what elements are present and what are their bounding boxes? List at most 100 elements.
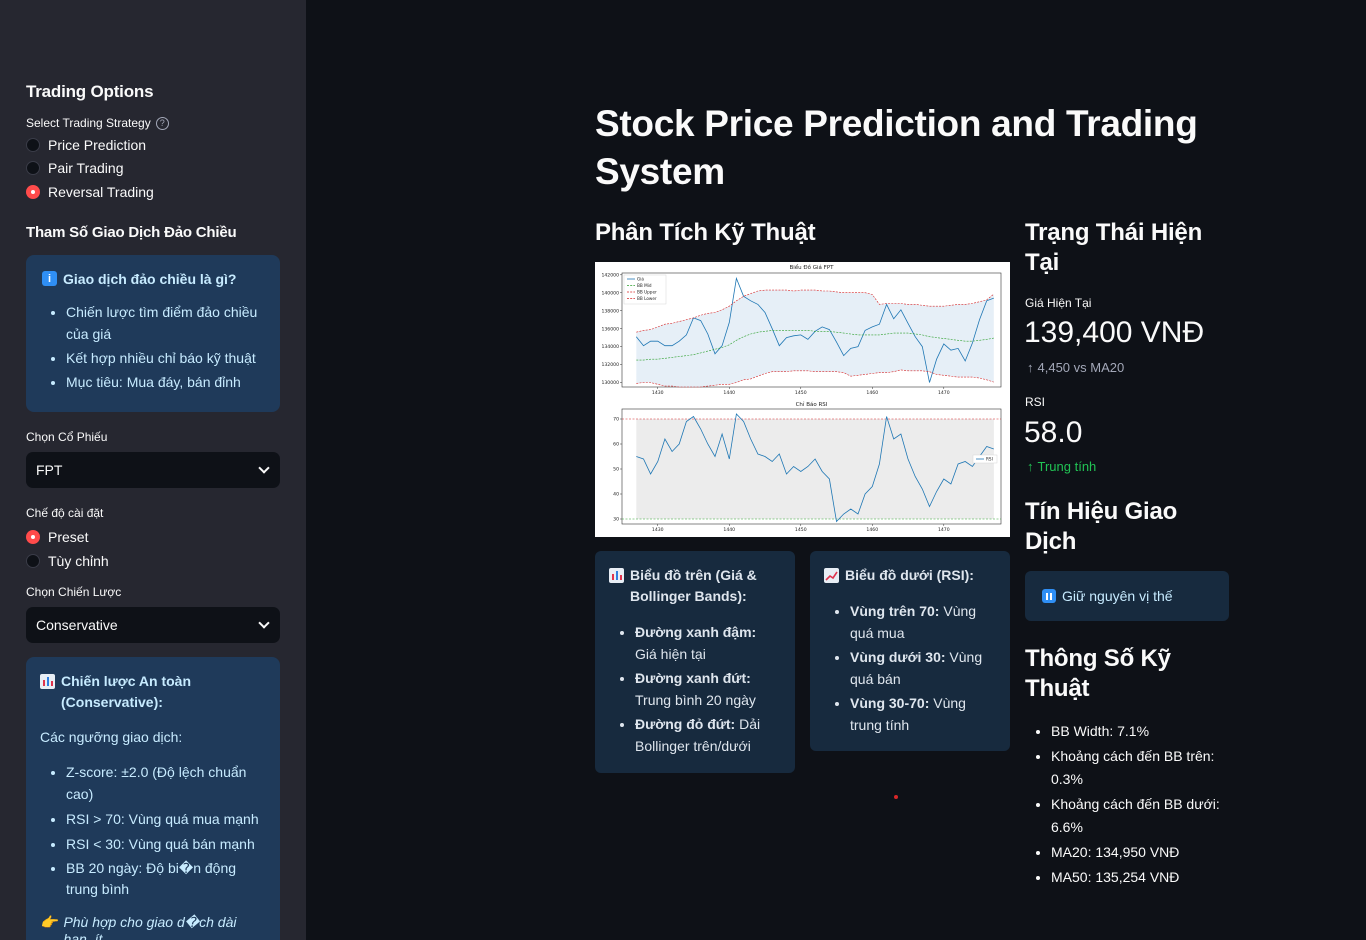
radio-option-preset[interactable]: Preset: [26, 526, 280, 550]
radio-label: Preset: [48, 529, 89, 546]
rsi-metric-value: 58.0: [1024, 416, 1083, 449]
page-title: Stock Price Prediction and Trading Syste…: [595, 103, 1198, 192]
list-item: Vùng dưới 30: Vùng quá bán: [850, 646, 996, 690]
radio-label: Price Prediction: [48, 136, 147, 153]
y-tick-label: 132000: [601, 362, 619, 368]
technical-chart: Biểu Đồ Giá FPT 130000 132000 134000 136000 1…: [595, 262, 1010, 537]
list-item: Vùng 30-70: Vùng trung tính: [850, 692, 996, 736]
tech-analysis-header: Phân Tích Kỹ Thuật: [595, 219, 816, 246]
list-item-bold: Đường xanh đứt:: [635, 670, 751, 686]
y-tick-label: 142000: [601, 272, 619, 278]
y-tick-label: 60: [613, 442, 619, 448]
params-list: BB Width: 7.1% Khoảng cách đến BB trên: …: [1025, 720, 1245, 889]
strategy-select-value: Conservative: [36, 616, 118, 633]
list-item: Đường đỏ đứt: Dải Bollinger trên/dưới: [635, 713, 781, 757]
list-item: Khoảng cách đến BB trên: 0.3%: [1051, 745, 1245, 791]
radio-label: Pair Trading: [48, 160, 124, 177]
card-list: Đường xanh đậm: Giá hiện tại Đường xanh …: [609, 621, 781, 757]
y-tick-label: 40: [613, 492, 619, 498]
list-item-bold: Vùng trên 70:: [850, 603, 940, 619]
legend-label: Giá: [637, 277, 644, 282]
arrow-up-icon: ↑: [1027, 360, 1034, 375]
card-title: Biểu đồ dưới (RSI):: [824, 565, 996, 586]
signal-box: Giữ nguyên vị thế: [1025, 571, 1229, 621]
card-list: Vùng trên 70: Vùng quá mua Vùng dưới 30:…: [824, 600, 996, 736]
strategy-label: Select Trading Strategy ?: [26, 116, 280, 130]
signal-header: Tín Hiệu Giao Dịch: [1025, 498, 1178, 555]
radio-option-price-prediction[interactable]: Price Prediction: [26, 133, 280, 157]
sidebar-header: Trading Options: [26, 82, 154, 101]
list-item-bold: Vùng dưới 30:: [850, 649, 946, 665]
rsi-neutral-zone: [636, 419, 994, 519]
info-list: Chiến lược tìm điểm đảo chiều của giá Kế…: [42, 301, 264, 393]
strategy-select-label: Chọn Chiến Lược: [26, 584, 122, 599]
price-metric-label: Giá Hiện Tại: [1025, 296, 1092, 310]
price-metric-value: 139,400 VNĐ: [1024, 316, 1205, 349]
list-item: MA20: 134,950 VNĐ: [1051, 841, 1245, 864]
x-tick-label: 1430: [652, 527, 664, 533]
x-tick-label: 1470: [938, 390, 950, 396]
y-tick-label: 30: [613, 517, 619, 523]
strategy-info-title-text: Chiến lược An toàn (Conservative):: [61, 672, 192, 710]
radio-selected-icon: [26, 184, 40, 199]
stock-select-value: FPT: [36, 461, 63, 478]
chevron-down-icon: [258, 616, 270, 629]
list-item: Z-score: ±2.0 (Độ lệch chuẩn cao): [66, 761, 266, 805]
y-tick-label: 140000: [601, 290, 619, 296]
params-header: Thông Số Kỹ Thuật: [1025, 645, 1171, 702]
list-item-text: Giá hiện tại: [635, 646, 706, 662]
radio-option-pair-trading[interactable]: Pair Trading: [26, 157, 280, 181]
chart-svg: Biểu Đồ Giá FPT 130000 132000 134000 136000 1…: [601, 263, 1002, 533]
list-item: Vùng trên 70: Vùng quá mua: [850, 600, 996, 644]
list-item-bold: Đường xanh đậm:: [635, 624, 757, 640]
strategy-info-box: Chiến lược An toàn (Conservative): Các n…: [26, 656, 280, 940]
x-tick-label: 1470: [938, 527, 950, 533]
legend-label: BB Lower: [637, 296, 657, 301]
stock-select[interactable]: FPT: [26, 451, 280, 488]
trend-chart-icon: [824, 568, 839, 583]
chart-icon: [40, 673, 55, 689]
list-item: Mục tiêu: Mua đáy, bán đỉnh: [66, 371, 264, 393]
price-metric-delta: ↑ 4,450 vs MA20: [1027, 360, 1124, 375]
pointing-hand-icon: 👉: [40, 913, 58, 930]
x-tick-label: 1460: [866, 390, 878, 396]
radio-option-reversal-trading[interactable]: Reversal Trading: [26, 180, 280, 204]
list-item: Khoảng cách đến BB dưới: 6.6%: [1051, 793, 1245, 839]
list-item: Chiến lược tìm điểm đảo chiều của giá: [66, 301, 264, 345]
rsi-chart-legend-card: Biểu đồ dưới (RSI): Vùng trên 70: Vùng q…: [810, 551, 1010, 751]
params-list-container: BB Width: 7.1% Khoảng cách đến BB trên: …: [1025, 720, 1245, 891]
card-title: Biểu đồ trên (Giá & Bollinger Bands):: [609, 565, 781, 607]
strategy-label-text: Select Trading Strategy: [26, 116, 151, 130]
chart-icon: [609, 568, 624, 583]
radio-unselected-icon: [26, 137, 40, 152]
pause-icon: [1042, 589, 1056, 603]
strategy-info-list: Z-score: ±2.0 (Độ lệch chuẩn cao) RSI > …: [40, 761, 266, 900]
y-tick-label: 70: [613, 417, 619, 423]
help-icon[interactable]: ?: [155, 116, 169, 130]
strategy-info-title: Chiến lược An toàn (Conservative):: [40, 671, 266, 713]
x-tick-label: 1460: [866, 527, 878, 533]
y-tick-label: 138000: [601, 308, 619, 314]
radio-label: Tùy chỉnh: [48, 552, 109, 569]
strategy-select[interactable]: Conservative: [26, 606, 280, 643]
info-icon: i: [42, 271, 57, 286]
radio-selected-icon: [26, 530, 40, 545]
list-item: MA50: 135,254 VNĐ: [1051, 866, 1245, 889]
y-tick-label: 50: [613, 467, 619, 473]
x-tick-label: 1450: [795, 527, 807, 533]
list-item: Kết hợp nhiều chỉ báo kỹ thuật: [66, 347, 264, 369]
price-chart-legend-card: Biểu đồ trên (Giá & Bollinger Bands): Đư…: [595, 551, 795, 773]
status-dot: [894, 795, 898, 799]
list-item: RSI > 70: Vùng quá mua mạnh: [66, 808, 266, 830]
list-item: BB Width: 7.1%: [1051, 720, 1245, 743]
strategy-note: 👉 Phù hợp cho giao d�ch dài hạn, ít: [40, 914, 266, 940]
rsi-metric-label: RSI: [1025, 395, 1046, 409]
y-tick-label: 130000: [601, 380, 619, 386]
list-item-bold: Vùng 30-70:: [850, 695, 930, 711]
status-header: Trạng Thái Hiện Tại: [1025, 219, 1203, 276]
radio-option-custom[interactable]: Tùy chỉnh: [26, 549, 280, 573]
sidebar: Trading Options Select Trading Strategy …: [0, 0, 306, 940]
price-delta-text: 4,450 vs MA20: [1037, 360, 1125, 375]
card-title-text: Biểu đồ trên (Giá & Bollinger Bands):: [630, 567, 757, 604]
mode-radio-group: Preset Tùy chỉnh: [26, 526, 280, 573]
